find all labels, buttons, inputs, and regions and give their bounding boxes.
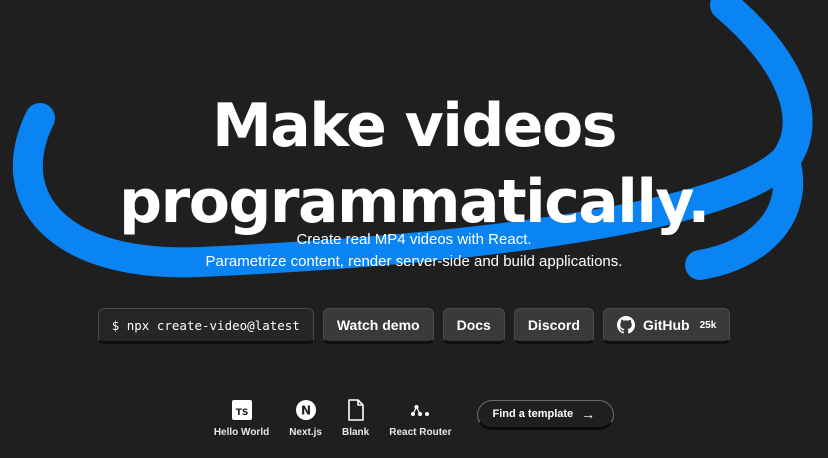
template-label: Next.js bbox=[289, 427, 322, 438]
template-hello-world[interactable]: TS Hello World bbox=[214, 397, 269, 438]
github-button[interactable]: GitHub 25k bbox=[602, 308, 731, 344]
docs-button[interactable]: Docs bbox=[442, 308, 505, 344]
discord-button[interactable]: Discord bbox=[513, 308, 594, 344]
react-router-icon bbox=[407, 397, 433, 423]
watch-demo-label: Watch demo bbox=[336, 317, 420, 333]
copy-command-button[interactable]: $ npx create-video@latest bbox=[97, 308, 314, 344]
command-text: $ npx create-video@latest bbox=[111, 317, 300, 333]
subtitle-line-1: Create real MP4 videos with React. bbox=[296, 231, 532, 248]
template-blank[interactable]: Blank bbox=[342, 397, 369, 438]
watch-demo-button[interactable]: Watch demo bbox=[322, 308, 434, 344]
typescript-icon-text: TS bbox=[235, 408, 248, 418]
hero-subtitle: Create real MP4 videos with React. Param… bbox=[0, 229, 828, 273]
typescript-icon: TS bbox=[229, 397, 255, 423]
find-template-button[interactable]: Find a template → bbox=[477, 400, 615, 430]
template-react-router[interactable]: React Router bbox=[389, 397, 451, 438]
find-template-label: Find a template bbox=[492, 408, 574, 420]
hero-title-line-1: Make videos bbox=[212, 91, 617, 161]
arrow-right-icon: → bbox=[581, 406, 596, 422]
subtitle-line-2: Parametrize content, render server-side … bbox=[205, 253, 623, 270]
discord-label: Discord bbox=[527, 317, 580, 333]
github-label: GitHub bbox=[642, 317, 690, 333]
file-icon bbox=[343, 397, 369, 423]
template-picker: TS Hello World N Next.js Blank React Rou… bbox=[0, 397, 828, 438]
github-stars-badge: 25k bbox=[699, 319, 717, 331]
nextjs-icon-text: N bbox=[301, 404, 311, 418]
template-label: React Router bbox=[389, 427, 452, 438]
action-buttons: $ npx create-video@latest Watch demo Doc… bbox=[0, 308, 828, 344]
docs-label: Docs bbox=[456, 317, 491, 333]
template-label: Hello World bbox=[213, 427, 270, 438]
nextjs-icon: N bbox=[293, 397, 319, 423]
hero-title: Make videos programmatically. bbox=[0, 88, 828, 240]
template-label: Blank bbox=[342, 427, 370, 438]
github-icon bbox=[616, 316, 635, 334]
template-nextjs[interactable]: N Next.js bbox=[289, 397, 322, 438]
